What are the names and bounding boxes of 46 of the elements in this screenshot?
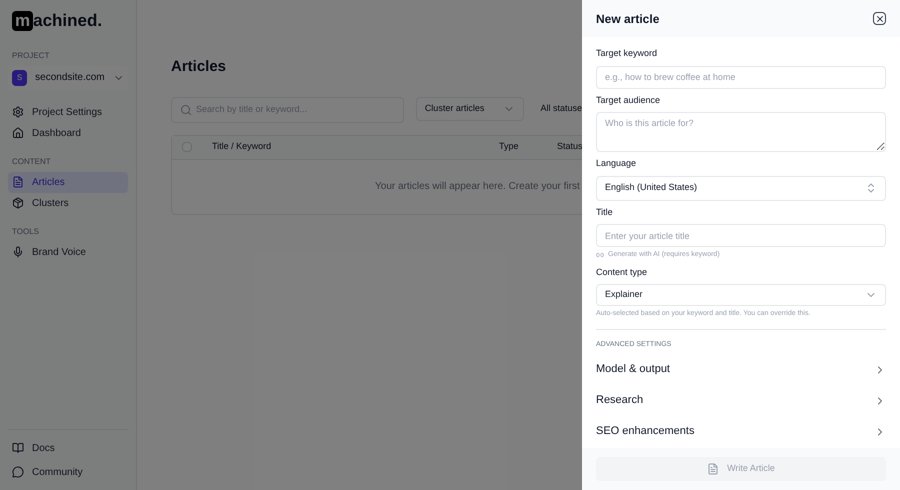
sidebar-item[interactable]: Dashboard	[8, 122, 128, 144]
column-header: Type	[499, 140, 520, 154]
settings-section[interactable]: Research	[596, 385, 886, 416]
home-icon	[12, 127, 24, 139]
column-header: Title / Keyword	[212, 140, 272, 154]
link-icon	[596, 251, 604, 260]
project-avatar: S	[12, 70, 28, 86]
field-label: Target audience	[596, 94, 662, 107]
document-icon	[12, 176, 24, 188]
content-type-select[interactable]: Explainer	[596, 284, 886, 306]
section-label: PROJECT	[11, 50, 50, 62]
sidebar-item[interactable]: Clusters	[8, 192, 128, 214]
text-area[interactable]: Who is this article for?	[596, 112, 886, 152]
close-icon	[874, 14, 884, 24]
page-title: Articles	[171, 57, 228, 77]
field-label: Title	[596, 206, 614, 218]
section-label: TOOLS	[11, 226, 40, 238]
settings-section[interactable]: Model & output	[596, 354, 886, 385]
field-label: Language	[596, 157, 638, 170]
section-label: CONTENT	[11, 156, 52, 168]
logo: m achined.	[8, 8, 128, 34]
field-label: Target keyword	[596, 47, 658, 60]
field-label: Content type	[596, 266, 648, 279]
chevrons-icon	[865, 182, 877, 194]
book-icon	[12, 442, 24, 454]
input-field[interactable]: e.g., how to brew coffee at home	[596, 66, 886, 88]
microphone-icon	[12, 246, 24, 258]
close-button[interactable]	[873, 12, 886, 25]
empty-message: Your articles will appear here. Create your first	[375, 180, 580, 194]
drawer-title: New article	[596, 10, 660, 28]
chat-icon	[12, 466, 24, 478]
sidebar-item[interactable]: Docs	[8, 438, 128, 458]
column-header: Status	[557, 140, 582, 154]
search-icon	[180, 104, 192, 116]
input-field[interactable]: Enter your article title	[596, 224, 886, 247]
settings-section[interactable]: SEO enhancements	[596, 416, 886, 447]
package-icon	[12, 197, 24, 209]
sidebar-item[interactable]: Project Settings	[8, 102, 128, 122]
cluster-filter[interactable]: Cluster articles	[416, 96, 524, 120]
gear-icon	[12, 106, 24, 118]
status-filter[interactable]: All statuse	[536, 96, 582, 120]
document-icon	[707, 463, 720, 475]
language-select[interactable]: English (United States)	[596, 176, 886, 200]
sidebar-item[interactable]: Articles	[8, 172, 128, 192]
sidebar-item[interactable]: Community	[8, 462, 128, 482]
sidebar-item[interactable]: Brand Voice	[8, 242, 128, 262]
